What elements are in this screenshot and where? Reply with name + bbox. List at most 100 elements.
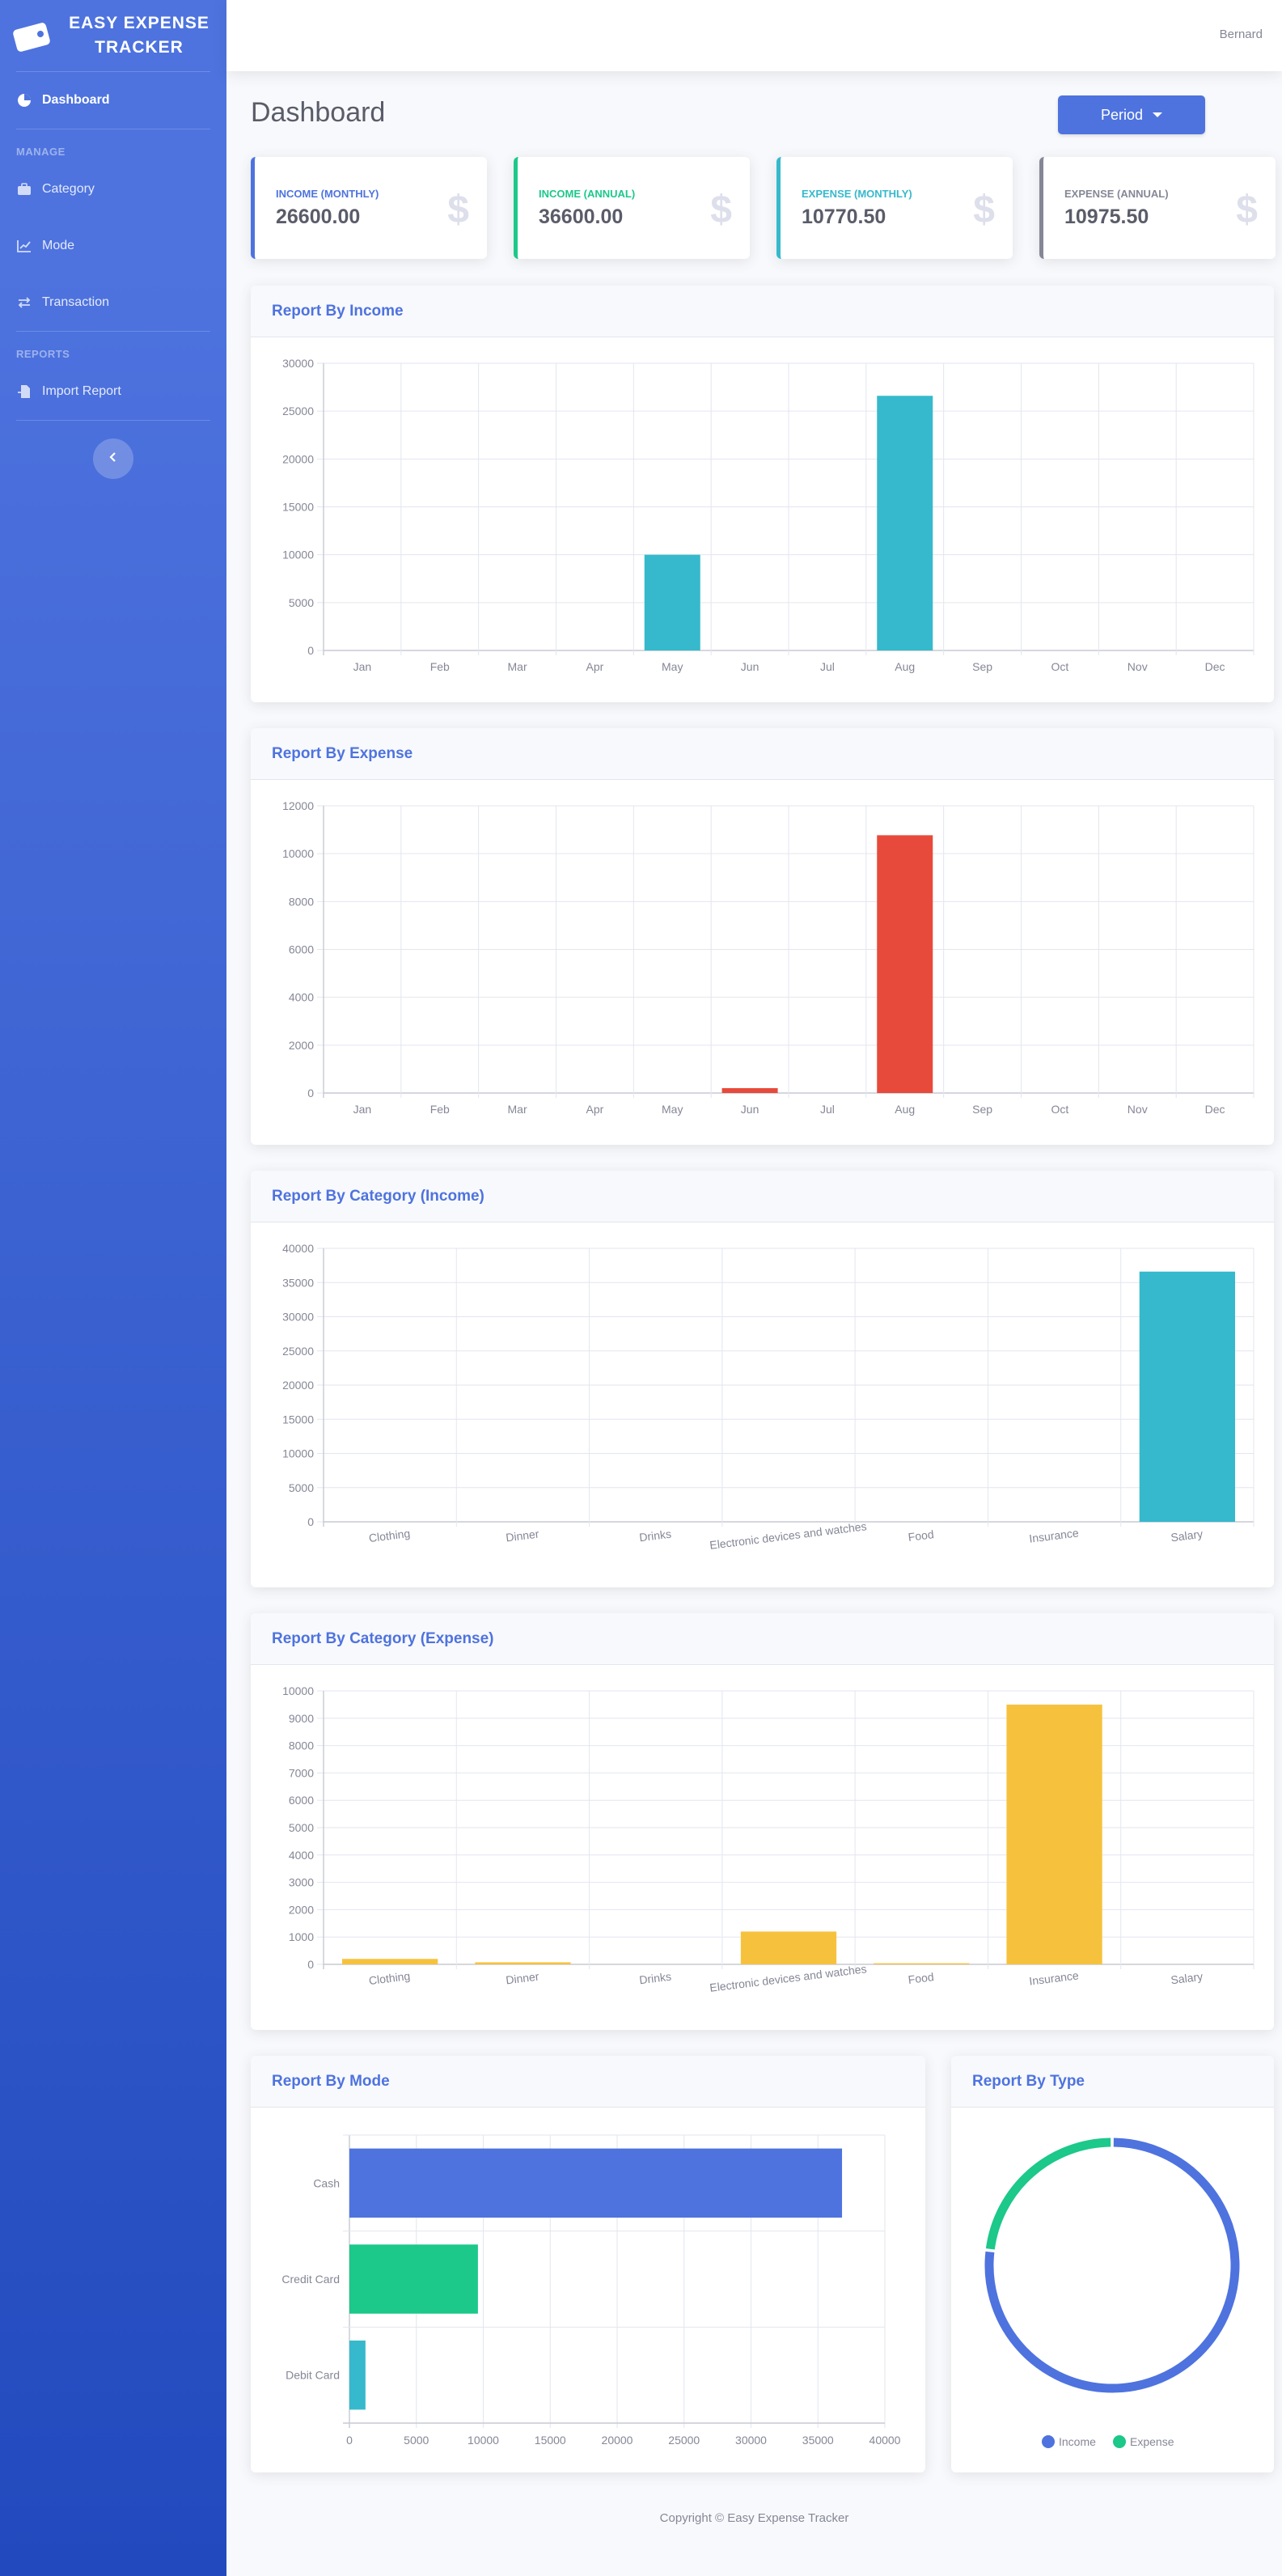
stat-card-income-annual: INCOME (ANNUAL) 36600.00 $ (514, 157, 750, 259)
sidebar-item-dashboard[interactable]: Dashboard (0, 72, 226, 129)
footer-copyright: Copyright © Easy Expense Tracker (659, 2511, 849, 2525)
brand[interactable]: EASY EXPENSE TRACKER (0, 0, 226, 71)
y-tick-label: 15000 (282, 501, 314, 514)
user-name[interactable]: Bernard (1220, 28, 1263, 41)
x-tick-label: 25000 (668, 2434, 700, 2447)
sidebar-item-label: Mode (42, 239, 75, 252)
y-tick-label: 0 (307, 1087, 314, 1099)
bar (877, 396, 933, 650)
x-tick-label: Dec (1205, 660, 1225, 673)
y-tick-label: 12000 (282, 799, 314, 812)
x-tick-label: Jul (820, 1103, 835, 1116)
x-tick-label: Oct (1051, 660, 1069, 673)
y-tick-label: 20000 (282, 452, 314, 465)
period-dropdown-button[interactable]: Period (1058, 95, 1205, 134)
card-title: Report By Income (251, 286, 1274, 337)
bar (1006, 1704, 1102, 1964)
card-report-category-income: Report By Category (Income) 0 5000 10000 15… (251, 1171, 1274, 1587)
stat-value: 26600.00 (276, 205, 361, 228)
x-tick-label: Sep (972, 660, 992, 673)
bar (342, 1959, 438, 1964)
stat-card-expense-annual: EXPENSE (ANNUAL) 10975.50 $ (1039, 157, 1276, 259)
bar (721, 1087, 778, 1093)
bar (1139, 1271, 1235, 1522)
y-tick-label: 8000 (289, 1739, 314, 1752)
sidebar-item-import-report[interactable]: Import Report (0, 363, 226, 420)
y-tick-label: 6000 (289, 1794, 314, 1807)
stats-row: INCOME (MONTHLY) 26600.00 $ INCOME (ANNU… (251, 157, 1276, 262)
x-tick-label: Clothing (368, 1527, 411, 1544)
sidebar-item-label: Category (42, 182, 95, 196)
card-report-income: Report By Income 0 5000 10000 15000 20000 250… (251, 286, 1274, 702)
x-tick-label: Nov (1128, 660, 1148, 673)
page-header: Dashboard Period (251, 71, 1274, 157)
x-tick-label: Mar (508, 1103, 527, 1116)
card-report-expense: Report By Expense 0 2000 4000 6000 8000 10000… (251, 728, 1274, 1145)
stat-label: EXPENSE (MONTHLY) (802, 188, 912, 200)
y-tick-label: 35000 (282, 1276, 314, 1289)
dollar-icon: $ (710, 189, 732, 231)
x-tick-label: Drinks (638, 1970, 671, 1987)
x-tick-label: Dinner (505, 1527, 539, 1544)
card-title: Report By Mode (251, 2056, 925, 2108)
sidebar-heading-manage: MANAGE (16, 146, 66, 158)
mode-horizontal-bar-chart: 0 5000 10000 15000 20000 25000 30000 35000 40000… (281, 2134, 901, 2447)
y-tick-label: 1000 (289, 1930, 314, 1943)
stat-card-expense-monthly: EXPENSE (MONTHLY) 10770.50 $ (776, 157, 1013, 259)
dollar-icon: $ (973, 189, 995, 231)
x-tick-label: Nov (1128, 1103, 1148, 1116)
y-tick-label: 5000 (289, 1481, 314, 1494)
x-tick-label: Apr (586, 660, 604, 673)
bar (349, 2148, 843, 2218)
dashboard-icon (16, 92, 32, 108)
card-report-category-expense: Report By Category (Expense) 0 1000 2000 30… (251, 1613, 1274, 2030)
income-bar-chart: 0 5000 10000 15000 20000 25000 30000 Jan Feb Mar A… (282, 357, 1254, 673)
sidebar-toggle-button[interactable] (93, 439, 133, 479)
exchange-icon (16, 294, 32, 311)
sidebar-item-label: Dashboard (42, 93, 110, 107)
dollar-icon: $ (1236, 189, 1258, 231)
stat-label: INCOME (MONTHLY) (276, 188, 379, 200)
y-tick-label: 10000 (282, 549, 314, 561)
card-title: Report By Category (Income) (251, 1171, 1274, 1222)
x-tick-label: Insurance (1028, 1968, 1079, 1987)
x-tick-label: Aug (895, 1103, 915, 1116)
legend-marker (1042, 2435, 1055, 2448)
chart-line-icon (16, 238, 32, 254)
stat-label: INCOME (ANNUAL) (539, 188, 636, 200)
x-tick-label: Salary (1170, 1970, 1204, 1987)
pie-slice (985, 2137, 1111, 2250)
card-title: Report By Category (Expense) (251, 1613, 1274, 1665)
x-tick-label: 0 (346, 2434, 353, 2447)
x-tick-label: 30000 (735, 2434, 767, 2447)
y-tick-label: 6000 (289, 943, 314, 956)
y-tick-label: 25000 (282, 405, 314, 417)
y-tick-label: 8000 (289, 895, 314, 908)
sidebar-item-label: Transaction (42, 295, 109, 309)
stat-card-income-monthly: INCOME (MONTHLY) 26600.00 $ (251, 157, 487, 259)
caret-down-icon (1153, 112, 1163, 117)
sidebar-item-category[interactable]: Category (0, 161, 226, 218)
sidebar-item-transaction[interactable]: Transaction (0, 274, 226, 331)
x-tick-label: May (662, 1103, 683, 1116)
x-tick-label: 5000 (404, 2434, 429, 2447)
topbar: Bernard (226, 0, 1282, 71)
type-doughnut-chart: Income Expense (984, 2137, 1240, 2448)
legend-label: Income (1059, 2435, 1096, 2448)
sidebar-item-label: Import Report (42, 384, 121, 398)
sidebar-item-mode[interactable]: Mode (0, 218, 226, 274)
x-tick-label: Food (908, 1527, 935, 1544)
y-tick-label: 30000 (282, 357, 314, 370)
x-tick-label: Drinks (638, 1527, 671, 1544)
legend-label: Expense (1130, 2435, 1174, 2448)
sidebar-heading-reports: REPORTS (16, 348, 70, 360)
x-tick-label: Aug (895, 660, 915, 673)
x-tick-label: Mar (508, 660, 527, 673)
y-tick-label: 0 (307, 1958, 314, 1971)
sidebar-divider (16, 420, 210, 421)
y-tick-label: 10000 (282, 1684, 314, 1697)
y-tick-label: 5000 (289, 1821, 314, 1834)
x-tick-label: Electronic devices and watches (709, 1519, 867, 1552)
y-tick-label: Debit Card (286, 2369, 340, 2382)
category-expense-bar-chart: 0 1000 2000 3000 4000 5000 6000 7000 8000 9000 100… (282, 1684, 1254, 1994)
